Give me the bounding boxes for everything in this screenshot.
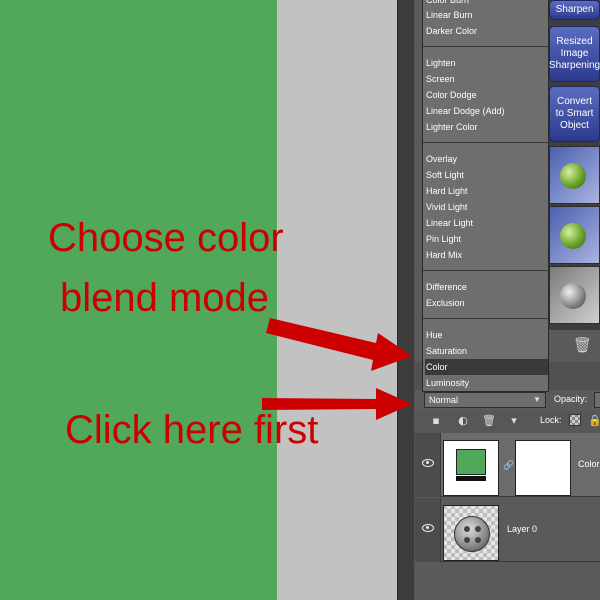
annotation-click-first: Click here first	[65, 408, 319, 452]
panel-divider[interactable]	[397, 0, 415, 600]
layer-row[interactable]: 🔗 Color	[415, 433, 600, 497]
apple-image	[560, 223, 586, 249]
swatch-bar	[456, 476, 486, 481]
menu-item-linear-burn[interactable]: Linear Burn	[425, 7, 548, 23]
eye-icon[interactable]	[422, 459, 434, 467]
menu-item-vivid-light[interactable]: Vivid Light	[425, 199, 548, 215]
menu-item-linear-light[interactable]: Linear Light	[425, 215, 548, 231]
canvas-gray-area	[277, 0, 397, 600]
menu-item-difference[interactable]: Difference	[425, 279, 548, 295]
layer-row[interactable]: Layer 0	[415, 498, 600, 562]
apple-image	[560, 163, 586, 189]
menu-item-exclusion[interactable]: Exclusion	[425, 295, 548, 311]
action-thumbnail-apple-gray[interactable]	[549, 266, 600, 324]
menu-item-overlay[interactable]: Overlay	[425, 151, 548, 167]
menu-item-darker-color[interactable]: Darker Color	[425, 23, 548, 39]
action-thumbnail-apple-frame[interactable]	[549, 206, 600, 264]
layer-name[interactable]: Layer 0	[507, 524, 537, 534]
sharpen-action-label: Sharpen	[555, 4, 594, 15]
menu-item-color-dodge[interactable]: Color Dodge	[425, 87, 548, 103]
action-thumbnail-apple[interactable]	[549, 146, 600, 204]
resized-sharpening-label: Resized Image Sharpening	[548, 36, 600, 71]
menu-separator	[423, 270, 548, 271]
new-layer-icon[interactable]: ▪	[430, 415, 442, 427]
visibility-column	[415, 498, 441, 562]
menu-separator	[423, 318, 548, 319]
smart-object-label: Convert to Smart Object	[555, 96, 594, 131]
adjustment-layer-icon[interactable]: ◐	[457, 415, 469, 427]
menu-item-saturation[interactable]: Saturation	[425, 343, 548, 359]
apple-gray-image	[560, 283, 586, 309]
layer-thumbnail[interactable]	[443, 440, 499, 496]
menu-item-lighter-color[interactable]: Lighter Color	[425, 119, 548, 135]
menu-item-hue[interactable]: Hue	[425, 327, 548, 343]
menu-item-color[interactable]: Color	[425, 359, 548, 375]
trash-icon[interactable]: 🗑	[573, 336, 592, 354]
menu-item-linear-dodge[interactable]: Linear Dodge (Add)	[425, 103, 548, 119]
lock-transparency-icon[interactable]	[569, 414, 581, 426]
annotation-choose-line1: Choose color	[48, 216, 284, 260]
layer-name[interactable]: Color	[578, 459, 600, 469]
opacity-field[interactable]	[594, 392, 600, 408]
delete-layer-icon[interactable]: 🗑	[482, 415, 496, 427]
menu-item-screen[interactable]: Screen	[425, 71, 548, 87]
blend-mode-select[interactable]: Normal ▼	[424, 392, 546, 408]
annotation-choose-line2: blend mode	[60, 276, 270, 320]
resized-sharpening-action-button[interactable]: Resized Image Sharpening	[549, 26, 600, 82]
visibility-column	[415, 433, 441, 497]
layer-mask-thumbnail[interactable]	[515, 440, 571, 496]
chevron-down-icon: ▼	[533, 395, 541, 404]
eye-icon[interactable]	[422, 524, 434, 532]
menu-item-pin-light[interactable]: Pin Light	[425, 231, 548, 247]
menu-item-hard-light[interactable]: Hard Light	[425, 183, 548, 199]
menu-item-soft-light[interactable]: Soft Light	[425, 167, 548, 183]
color-swatch	[456, 449, 486, 475]
layer-options-icon[interactable]: ▾	[508, 415, 520, 427]
layer-thumbnail[interactable]	[443, 505, 499, 561]
blend-mode-value: Normal	[429, 395, 459, 405]
menu-separator	[423, 142, 548, 143]
sharpen-action-button[interactable]: Sharpen	[549, 0, 600, 20]
link-icon[interactable]: 🔗	[503, 461, 514, 471]
menu-item-hard-mix[interactable]: Hard Mix	[425, 247, 548, 263]
opacity-label: Opacity:	[554, 394, 588, 404]
menu-separator	[423, 46, 548, 47]
blend-mode-menu: Color Burn Linear Burn Darker Color Ligh…	[422, 0, 549, 392]
menu-item-lighten[interactable]: Lighten	[425, 55, 548, 71]
menu-item-luminosity[interactable]: Luminosity	[425, 375, 548, 391]
lock-label: Lock:	[540, 415, 562, 425]
lock-all-icon[interactable]: 🔒	[588, 415, 600, 427]
button-image	[454, 516, 490, 552]
smart-object-action-button[interactable]: Convert to Smart Object	[549, 86, 600, 142]
